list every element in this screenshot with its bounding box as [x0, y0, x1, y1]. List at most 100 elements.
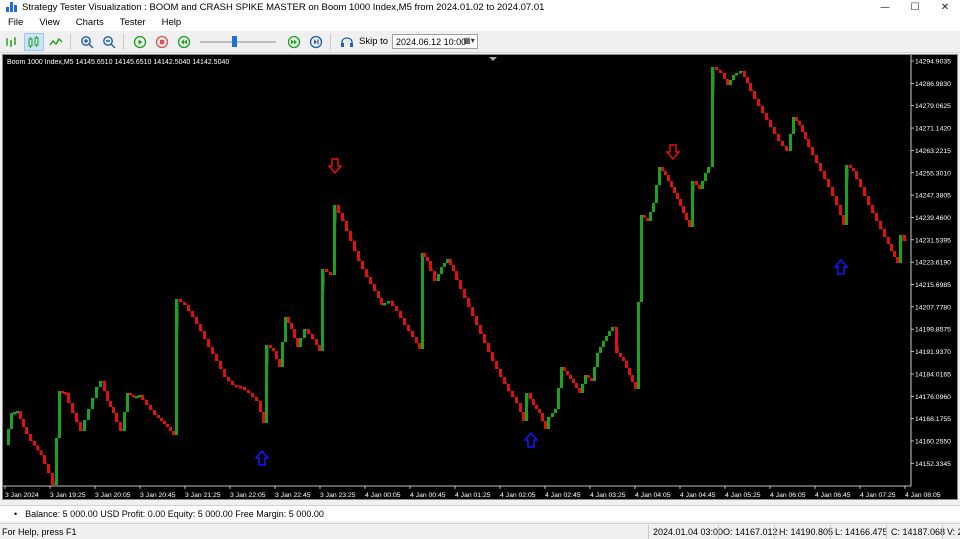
bear-candle — [875, 213, 878, 221]
bear-candle — [631, 375, 634, 382]
bear-candle — [746, 77, 749, 83]
bear-candle — [395, 306, 398, 311]
price-tick-label: 14184.0165 — [915, 371, 951, 378]
play-button[interactable] — [130, 33, 150, 51]
bear-candle — [145, 400, 148, 405]
skip-forward-button[interactable] — [306, 33, 326, 51]
bear-candle — [867, 196, 870, 205]
candlestick-button[interactable] — [24, 32, 44, 51]
bear-candle — [272, 348, 275, 351]
menu-tester[interactable]: Tester — [112, 17, 154, 28]
status-volume: V: 295 — [942, 524, 960, 539]
bear-candle — [380, 298, 383, 305]
bull-candle — [560, 367, 563, 388]
calendar-dropdown-icon[interactable]: ▦▾ — [462, 36, 476, 47]
bear-candle — [318, 345, 321, 351]
time-tick-label: 3 Jan 22:45 — [275, 492, 311, 499]
stop-button[interactable] — [152, 33, 172, 51]
bull-candle — [704, 173, 707, 181]
speed-slider-thumb[interactable] — [232, 35, 237, 47]
bear-candle — [407, 325, 410, 331]
bear-candle — [293, 329, 296, 338]
bar-chart-button[interactable] — [2, 33, 22, 51]
chart-canvas[interactable]: Boom 1000 Index,M5 14145.6510 14145.6510… — [3, 55, 957, 499]
bear-candle — [634, 382, 637, 389]
bear-candle — [863, 187, 866, 196]
bull-candle — [711, 67, 714, 167]
skip-to-button[interactable] — [337, 33, 357, 51]
bear-candle — [685, 213, 688, 220]
bull-candle — [10, 413, 13, 429]
price-tick-label: 14271.1420 — [915, 126, 951, 133]
speed-up-button[interactable] — [284, 33, 304, 51]
menu-help[interactable]: Help — [154, 17, 190, 28]
bear-candle — [532, 399, 535, 405]
time-tick-label: 4 Jan 05:25 — [725, 492, 761, 499]
menu-file[interactable]: File — [0, 17, 31, 28]
line-chart-button[interactable] — [46, 33, 66, 51]
bull-candle — [581, 384, 584, 393]
menu-view[interactable]: View — [31, 17, 67, 28]
speed-slider[interactable] — [200, 34, 276, 50]
bear-candle — [199, 324, 202, 331]
bear-candle — [646, 218, 649, 221]
bull-candle — [58, 391, 61, 438]
maximize-button[interactable]: ☐ — [900, 0, 930, 14]
bull-candle — [265, 345, 268, 423]
bull-candle — [333, 205, 336, 275]
time-tick-label: 3 Jan 22:05 — [230, 492, 266, 499]
zoom-out-button[interactable] — [99, 33, 119, 51]
bear-candle — [296, 338, 299, 347]
price-tick-label: 14294.9035 — [915, 59, 951, 66]
bull-candle — [126, 393, 129, 412]
minimize-button[interactable]: — — [870, 0, 900, 14]
bull-candle — [443, 263, 446, 267]
slow-down-button[interactable] — [174, 33, 194, 51]
skip-date-picker[interactable]: 2024.06.12 10:00 ▦▾ — [392, 34, 479, 49]
menu-charts[interactable]: Charts — [68, 17, 112, 28]
time-tick-label: 4 Jan 04:05 — [635, 492, 671, 499]
bear-candle — [307, 329, 310, 334]
price-chart[interactable]: Boom 1000 Index,M5 14145.6510 14145.6510… — [2, 54, 958, 500]
bear-candle — [676, 193, 679, 199]
bear-candle — [75, 413, 78, 422]
time-tick-label: 4 Jan 07:25 — [860, 492, 896, 499]
bear-candle — [373, 284, 376, 291]
bar-chart-icon — [6, 36, 16, 47]
bear-candle — [855, 171, 858, 179]
bear-candle — [757, 99, 760, 106]
bear-candle — [243, 387, 246, 390]
bear-candle — [163, 421, 166, 424]
skip-forward-icon — [309, 35, 323, 48]
bull-candle — [13, 412, 16, 415]
price-tick-label: 14160.2550 — [915, 438, 951, 445]
headset-icon — [341, 36, 353, 47]
bear-candle — [507, 384, 510, 391]
bear-candle — [262, 412, 265, 423]
toolbar: Skip to 2024.06.12 10:00 ▦▾ — [0, 31, 960, 53]
bear-candle — [643, 215, 646, 218]
bear-candle — [169, 427, 172, 431]
status-bullet: • — [14, 508, 18, 519]
bear-candle — [893, 251, 896, 257]
bear-candle — [723, 73, 726, 79]
bull-candle — [701, 181, 704, 189]
bull-candle — [557, 388, 560, 409]
close-button[interactable]: ✕ — [930, 0, 960, 14]
bear-candle — [572, 379, 575, 383]
bear-candle — [426, 257, 429, 261]
bear-candle — [345, 221, 348, 231]
zoom-in-button[interactable] — [77, 33, 97, 51]
bull-candle — [437, 274, 440, 281]
status-open: O: 14167.012 — [718, 524, 778, 539]
bear-candle — [781, 141, 784, 146]
bear-candle — [290, 323, 293, 329]
bear-candle — [749, 83, 752, 91]
bear-candle — [429, 261, 432, 271]
stop-icon — [155, 35, 169, 48]
bear-candle — [115, 413, 118, 422]
bear-candle — [183, 302, 186, 305]
toolbar-divider — [70, 33, 71, 50]
time-tick-label: 4 Jan 00:45 — [410, 492, 446, 499]
bull-candle — [602, 341, 605, 347]
